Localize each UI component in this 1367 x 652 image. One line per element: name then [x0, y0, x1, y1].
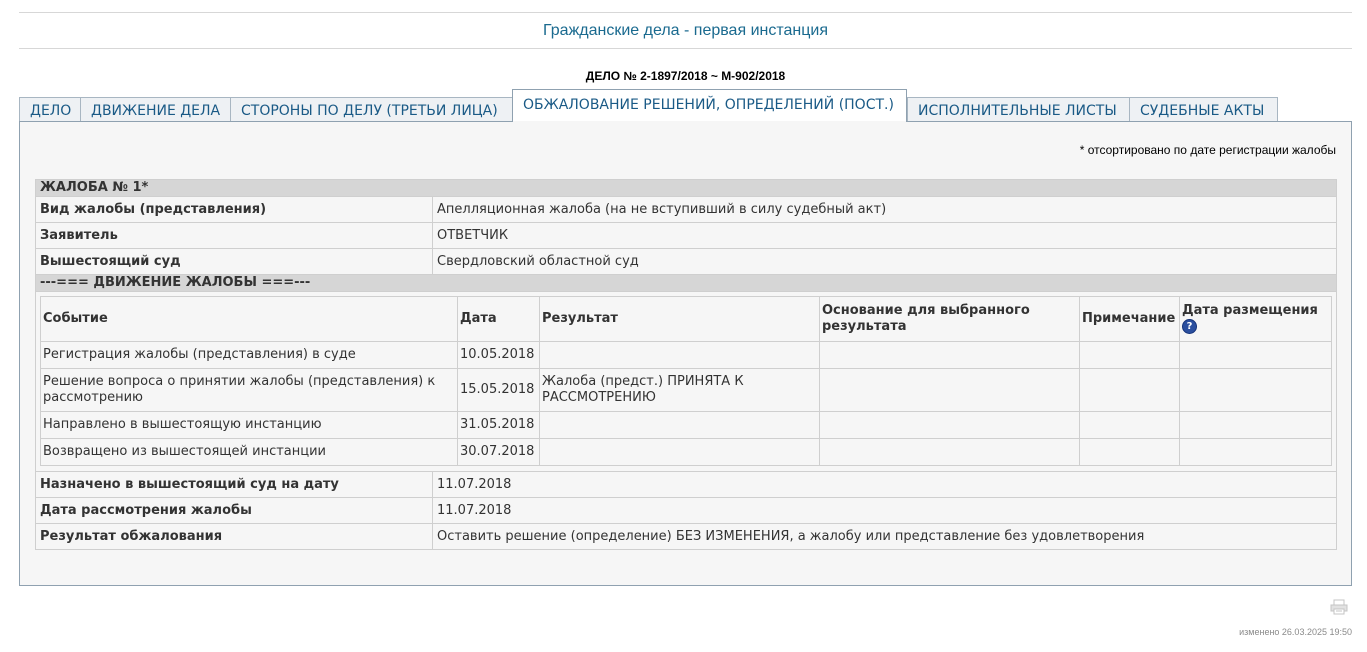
field-label: Заявитель — [35, 222, 433, 249]
modified-timestamp: изменено 26.03.2025 19:50 — [1239, 627, 1352, 637]
field-label: Вышестоящий суд — [35, 248, 433, 275]
cell-date: 31.05.2018 — [457, 411, 540, 439]
page-title: Гражданские дела - первая инстанция — [19, 13, 1352, 49]
sort-note: * отсортировано по дате регистрации жало… — [1079, 143, 1336, 157]
col-result: Результат — [539, 296, 820, 342]
field-value: Оставить решение (определение) БЕЗ ИЗМЕН… — [432, 523, 1337, 550]
complaint-field-row: Дата рассмотрения жалобы 11.07.2018 — [35, 497, 1337, 524]
cell-result — [539, 438, 820, 466]
field-value: Апелляционная жалоба (на не вступивший в… — [432, 196, 1337, 223]
table-row: Решение вопроса о принятии жалобы (предс… — [40, 368, 1332, 412]
field-value: 11.07.2018 — [432, 497, 1337, 524]
field-value: ОТВЕТЧИК — [432, 222, 1337, 249]
complaint-field-row: Результат обжалования Оставить решение (… — [35, 523, 1337, 550]
cell-date: 15.05.2018 — [457, 368, 540, 412]
col-date: Дата — [457, 296, 540, 342]
complaint-field-row: Назначено в вышестоящий суд на дату 11.0… — [35, 471, 1337, 498]
active-tab-joint — [513, 121, 906, 123]
cell-date: 10.05.2018 — [457, 341, 540, 369]
cell-posted — [1179, 411, 1332, 439]
cell-note — [1079, 411, 1180, 439]
tab-panel: * отсортировано по дате регистрации жало… — [19, 121, 1352, 586]
cell-event: Регистрация жалобы (представления) в суд… — [40, 341, 458, 369]
cell-result: Жалоба (предст.) ПРИНЯТА К РАССМОТРЕНИЮ — [539, 368, 820, 412]
cell-result — [539, 411, 820, 439]
movement-cell: Событие Дата Результат Основание для выб… — [35, 291, 1337, 472]
col-basis: Основание для выбранного результата — [819, 296, 1080, 342]
field-label: Назначено в вышестоящий суд на дату — [35, 471, 433, 498]
tab-writs[interactable]: ИСПОЛНИТЕЛЬНЫЕ ЛИСТЫ — [907, 97, 1130, 122]
cell-basis — [819, 411, 1080, 439]
table-row: Возвращено из вышестоящей инстанции 30.0… — [40, 438, 1332, 466]
tab-parties[interactable]: СТОРОНЫ ПО ДЕЛУ (ТРЕТЬИ ЛИЦА) — [230, 97, 513, 122]
cell-event: Направлено в вышестоящую инстанцию — [40, 411, 458, 439]
tab-case-movement[interactable]: ДВИЖЕНИЕ ДЕЛА — [80, 97, 231, 122]
cell-event: Решение вопроса о принятии жалобы (предс… — [40, 368, 458, 412]
print-icon[interactable] — [1330, 599, 1348, 615]
movement-heading: ---=== ДВИЖЕНИЕ ЖАЛОБЫ ===--- — [35, 274, 1337, 292]
cell-basis — [819, 438, 1080, 466]
col-event: Событие — [40, 296, 458, 342]
cell-note — [1079, 368, 1180, 412]
field-value: Свердловский областной суд — [432, 248, 1337, 275]
complaint-heading: ЖАЛОБА № 1* — [35, 179, 1337, 197]
col-posted-label: Дата размещения — [1182, 303, 1318, 318]
movement-heading-row: ---=== ДВИЖЕНИЕ ЖАЛОБЫ ===--- — [35, 274, 1337, 292]
complaint-field-row: Вид жалобы (представления) Апелляционная… — [35, 196, 1337, 223]
movement-row-container: Событие Дата Результат Основание для выб… — [35, 291, 1337, 472]
movement-table: Событие Дата Результат Основание для выб… — [40, 296, 1332, 466]
field-value: 11.07.2018 — [432, 471, 1337, 498]
tab-bar: ДЕЛО ДВИЖЕНИЕ ДЕЛА СТОРОНЫ ПО ДЕЛУ (ТРЕТ… — [19, 89, 1352, 122]
cell-posted — [1179, 438, 1332, 466]
col-posted: Дата размещения ? — [1179, 296, 1332, 342]
cell-basis — [819, 341, 1080, 369]
cell-date: 30.07.2018 — [457, 438, 540, 466]
field-label: Вид жалобы (представления) — [35, 196, 433, 223]
complaint-table: ЖАЛОБА № 1* Вид жалобы (представления) А… — [35, 179, 1337, 550]
movement-header-row: Событие Дата Результат Основание для выб… — [40, 296, 1332, 342]
tab-case[interactable]: ДЕЛО — [19, 97, 81, 122]
field-label: Результат обжалования — [35, 523, 433, 550]
cell-posted — [1179, 368, 1332, 412]
case-number: ДЕЛО № 2-1897/2018 ~ М-902/2018 — [585, 69, 786, 83]
help-icon[interactable]: ? — [1182, 319, 1197, 334]
cell-note — [1079, 438, 1180, 466]
cell-basis — [819, 368, 1080, 412]
cell-posted — [1179, 341, 1332, 369]
col-note: Примечание — [1079, 296, 1180, 342]
complaint-field-row: Заявитель ОТВЕТЧИК — [35, 222, 1337, 249]
table-row: Регистрация жалобы (представления) в суд… — [40, 341, 1332, 369]
cell-event: Возвращено из вышестоящей инстанции — [40, 438, 458, 466]
cell-result — [539, 341, 820, 369]
tab-appeals[interactable]: ОБЖАЛОВАНИЕ РЕШЕНИЙ, ОПРЕДЕЛЕНИЙ (ПОСТ.) — [512, 89, 907, 122]
field-label: Дата рассмотрения жалобы — [35, 497, 433, 524]
complaint-field-row: Вышестоящий суд Свердловский областной с… — [35, 248, 1337, 275]
page-container: Гражданские дела - первая инстанция ДЕЛО… — [19, 12, 1352, 586]
complaint-heading-row: ЖАЛОБА № 1* — [35, 179, 1337, 197]
cell-note — [1079, 341, 1180, 369]
tab-court-acts[interactable]: СУДЕБНЫЕ АКТЫ — [1129, 97, 1278, 122]
table-row: Направлено в вышестоящую инстанцию 31.05… — [40, 411, 1332, 439]
